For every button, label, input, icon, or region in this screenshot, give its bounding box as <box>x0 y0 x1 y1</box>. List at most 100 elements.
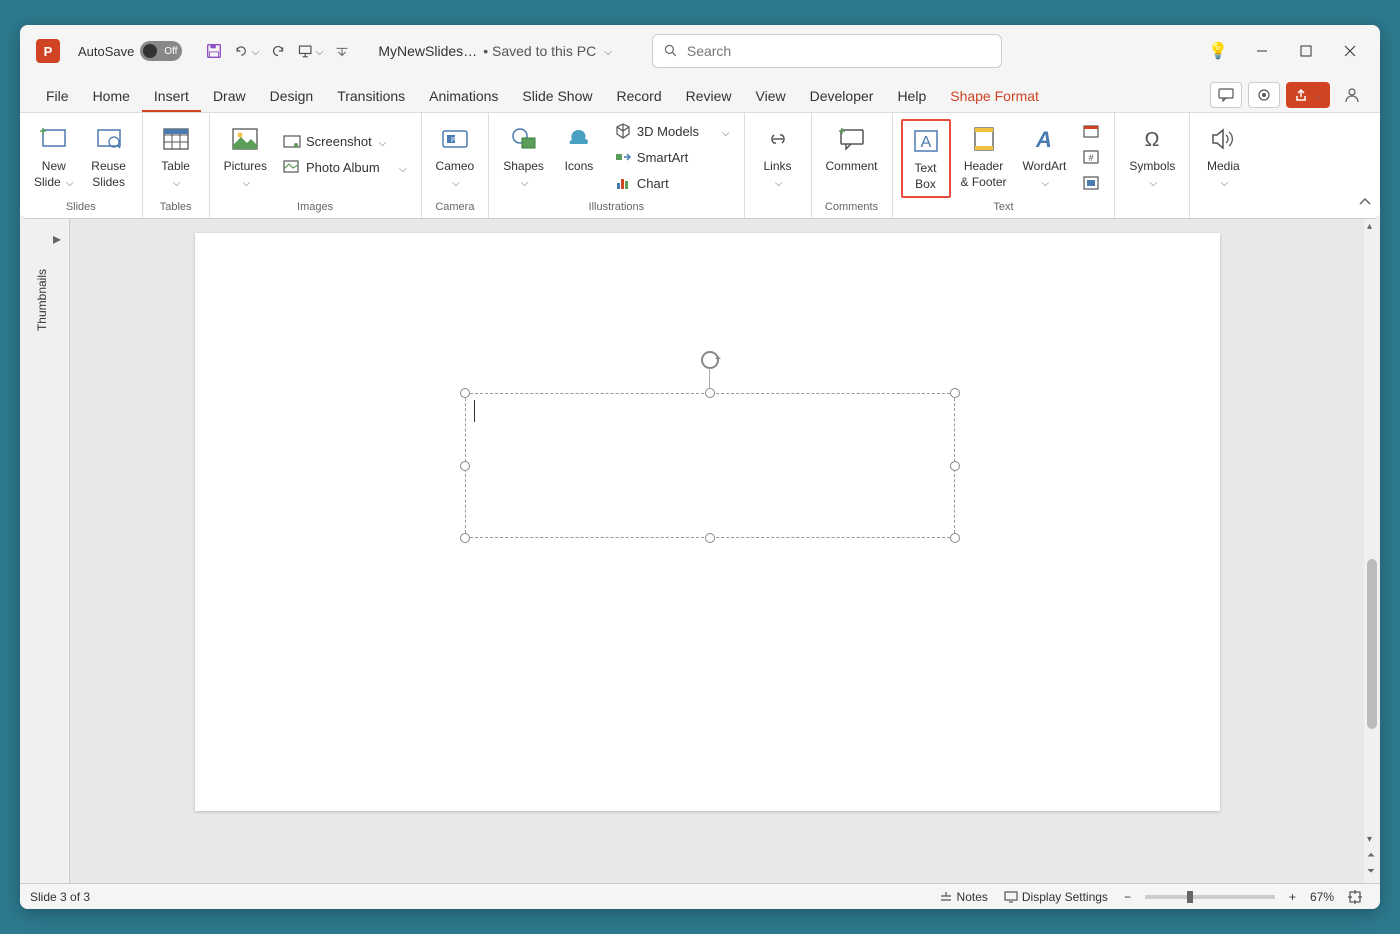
share-button[interactable] <box>1286 82 1330 108</box>
svg-text:Ω: Ω <box>1145 129 1160 151</box>
shapes-button[interactable]: Shapes <box>497 119 550 194</box>
display-settings-button[interactable]: Display Settings <box>1004 890 1108 904</box>
close-button[interactable] <box>1328 29 1372 73</box>
tab-shape-format[interactable]: Shape Format <box>938 80 1051 112</box>
reuse-slides-icon <box>93 123 125 155</box>
undo-button[interactable] <box>233 38 259 64</box>
cameo-button[interactable]: P Cameo <box>430 119 481 194</box>
fit-to-window-button[interactable] <box>1348 890 1362 904</box>
smartart-button[interactable]: SmartArt <box>608 145 736 169</box>
tab-draw[interactable]: Draw <box>201 80 258 112</box>
zoom-level[interactable]: 67% <box>1310 890 1334 904</box>
date-time-button[interactable] <box>1076 119 1106 143</box>
pictures-button[interactable]: Pictures <box>218 119 273 194</box>
qat-customize[interactable] <box>329 38 355 64</box>
vertical-scrollbar[interactable]: ▴ ▾ ⏶ ⏷ <box>1364 219 1380 883</box>
scroll-up-arrow[interactable]: ▴ <box>1367 221 1372 232</box>
search-box[interactable] <box>652 34 1002 68</box>
tab-slideshow[interactable]: Slide Show <box>510 80 604 112</box>
prev-slide-button[interactable]: ⏶ <box>1367 850 1375 861</box>
resize-handle-tl[interactable] <box>460 388 470 398</box>
tab-record[interactable]: Record <box>604 80 673 112</box>
links-button[interactable]: Links <box>753 119 803 194</box>
slide-indicator[interactable]: Slide 3 of 3 <box>30 890 90 904</box>
autosave-toggle[interactable]: AutoSave Off <box>78 41 182 61</box>
group-images: Pictures Screenshot Photo Album Images <box>210 113 422 218</box>
tab-file[interactable]: File <box>34 80 81 112</box>
media-button[interactable]: Media <box>1198 119 1248 194</box>
expand-thumbnails-button[interactable]: ▸ <box>53 229 61 249</box>
new-slide-button[interactable]: New Slide <box>28 119 80 194</box>
object-button[interactable] <box>1076 171 1106 195</box>
slide-canvas[interactable] <box>195 233 1220 811</box>
comments-pane-button[interactable] <box>1210 82 1242 108</box>
3d-models-label: 3D Models <box>637 124 699 139</box>
comment-button[interactable]: Comment <box>820 119 884 179</box>
notes-button[interactable]: Notes <box>939 890 988 904</box>
camera-pane-button[interactable] <box>1248 82 1280 108</box>
selected-text-box[interactable] <box>465 393 955 538</box>
resize-handle-bm[interactable] <box>705 533 715 543</box>
icons-button[interactable]: Icons <box>554 119 604 179</box>
text-box-button[interactable]: A Text Box <box>901 119 951 198</box>
svg-text:A: A <box>1035 127 1052 151</box>
redo-button[interactable] <box>265 38 291 64</box>
symbols-button[interactable]: Ω Symbols <box>1123 119 1181 194</box>
photo-album-label: Photo Album <box>306 160 380 175</box>
zoom-slider[interactable] <box>1145 895 1275 899</box>
minimize-button[interactable] <box>1240 29 1284 73</box>
screenshot-label: Screenshot <box>306 134 372 149</box>
resize-handle-bl[interactable] <box>460 533 470 543</box>
chart-button[interactable]: Chart <box>608 171 736 195</box>
toggle-switch[interactable]: Off <box>140 41 182 61</box>
tab-design[interactable]: Design <box>258 80 326 112</box>
reuse-slides-button[interactable]: Reuse Slides <box>84 119 134 194</box>
collapse-ribbon-button[interactable] <box>1358 194 1372 212</box>
zoom-out-button[interactable]: − <box>1124 890 1131 904</box>
screenshot-button[interactable]: Screenshot <box>277 129 413 153</box>
resize-handle-br[interactable] <box>950 533 960 543</box>
document-title[interactable]: MyNewSlides… • Saved to this PC <box>378 42 611 60</box>
wordart-button[interactable]: A WordArt <box>1017 119 1073 194</box>
save-button[interactable] <box>201 38 227 64</box>
next-slide-button[interactable]: ⏷ <box>1367 866 1375 877</box>
table-button[interactable]: Table <box>151 119 201 194</box>
search-input[interactable] <box>687 43 991 59</box>
text-cursor <box>474 400 475 422</box>
scroll-down-arrow[interactable]: ▾ <box>1367 834 1372 845</box>
toggle-state: Off <box>164 46 177 57</box>
tab-insert[interactable]: Insert <box>142 80 201 112</box>
zoom-slider-thumb[interactable] <box>1187 891 1193 903</box>
resize-handle-tr[interactable] <box>950 388 960 398</box>
tab-help[interactable]: Help <box>885 80 938 112</box>
zoom-in-button[interactable]: + <box>1289 890 1296 904</box>
slide-canvas-area: ▴ ▾ ⏶ ⏷ <box>70 219 1380 883</box>
thumbnails-pane[interactable]: ▸ Thumbnails <box>20 219 70 883</box>
tab-review[interactable]: Review <box>674 80 744 112</box>
rotate-handle[interactable] <box>696 346 724 379</box>
resize-handle-tm[interactable] <box>705 388 715 398</box>
slide-number-button[interactable]: # <box>1076 145 1106 169</box>
resize-handle-ml[interactable] <box>460 461 470 471</box>
lightbulb-button[interactable]: 💡 <box>1196 29 1240 73</box>
tab-view[interactable]: View <box>744 80 798 112</box>
account-button[interactable] <box>1339 82 1365 108</box>
tab-developer[interactable]: Developer <box>798 80 886 112</box>
toggle-knob <box>143 44 157 58</box>
tab-animations[interactable]: Animations <box>417 80 510 112</box>
table-label: Table <box>161 159 190 190</box>
pictures-label: Pictures <box>224 159 267 190</box>
tab-home[interactable]: Home <box>81 80 142 112</box>
present-button[interactable] <box>297 38 323 64</box>
tab-transitions[interactable]: Transitions <box>325 80 417 112</box>
header-footer-button[interactable]: Header & Footer <box>955 119 1013 194</box>
scrollbar-thumb[interactable] <box>1367 559 1377 729</box>
3d-models-button[interactable]: 3D Models <box>608 119 736 143</box>
title-bar: P AutoSave Off MyNewSlides… • Saved t <box>20 25 1380 77</box>
table-icon <box>160 123 192 155</box>
maximize-button[interactable] <box>1284 29 1328 73</box>
resize-handle-mr[interactable] <box>950 461 960 471</box>
photo-album-button[interactable]: Photo Album <box>277 155 413 179</box>
symbols-label: Symbols <box>1129 159 1175 190</box>
link-icon <box>762 123 794 155</box>
